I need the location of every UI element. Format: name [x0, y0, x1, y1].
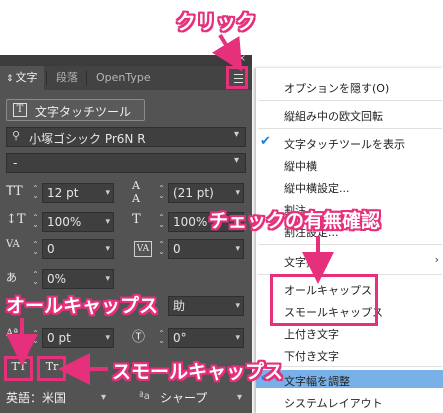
font-style-field[interactable]: - ▾: [6, 153, 246, 173]
all-caps-highlight: [4, 356, 33, 381]
stepper-icon[interactable]: ⌃ ⌄: [157, 330, 166, 345]
stepper-icon[interactable]: ⌃ ⌄: [31, 241, 40, 256]
chevron-down-icon: ▾: [100, 392, 106, 403]
aki-value: 助: [173, 299, 186, 313]
rotation-input[interactable]: 0° ▾: [168, 328, 244, 348]
menu-separator: [258, 100, 442, 101]
annotation-check-presence: チェックの有無確認: [209, 210, 381, 232]
tab-divider: [46, 71, 47, 85]
chevron-down-icon: ▾: [105, 333, 110, 343]
menu-item-hide-options[interactable]: オプションを隠す(O): [284, 80, 389, 96]
tsume-input[interactable]: 0% ▾: [42, 269, 114, 289]
font-family-field[interactable]: ⚲ 小塚ゴシック Pr6N R ▾: [6, 127, 246, 147]
tsume-icon: あ: [6, 271, 17, 284]
kerning-icon: VA: [6, 239, 20, 250]
chevron-down-icon: ▾: [105, 244, 110, 254]
touch-type-tool-button[interactable]: T 文字タッチツール: [6, 99, 145, 121]
chevron-down-icon: ▾: [233, 129, 239, 140]
menu-item-tate-chu-yoko[interactable]: 縦中横: [284, 158, 317, 174]
aki-dropdown[interactable]: 助 ▾: [168, 296, 244, 316]
baseline-shift-input[interactable]: 0 pt ▾: [42, 328, 114, 348]
baseline-shift-icon: Aª: [6, 328, 18, 339]
tracking-input[interactable]: 0 ▾: [168, 239, 244, 259]
menu-item-subscript[interactable]: 下付き文字: [284, 348, 339, 364]
chevron-down-icon: ▾: [235, 188, 240, 198]
chevron-down-icon: ▾: [235, 244, 240, 254]
language-select[interactable]: 英語：米国 ▾: [6, 387, 110, 409]
chevron-down-icon: ▾: [235, 301, 240, 311]
font-size-input[interactable]: 12 pt ▾: [42, 183, 114, 203]
chevron-down-icon: ▾: [236, 392, 242, 403]
collapse-icon[interactable]: «: [227, 54, 232, 63]
tab-opentype[interactable]: OpenType: [90, 66, 157, 90]
baseline-shift-value: 0 pt: [47, 331, 71, 345]
language-value: 英語：米国: [6, 391, 67, 405]
chevron-down-icon: ▾: [105, 217, 110, 227]
vertical-scale-icon: ↕T: [6, 212, 26, 227]
antialias-icon: ªa: [139, 391, 150, 402]
font-size-value: 12 pt: [47, 186, 79, 200]
tab-divider: [86, 71, 87, 85]
leading-input[interactable]: (21 pt) ▾: [168, 183, 244, 203]
chevron-down-icon: ▾: [233, 155, 239, 166]
horizontal-scale-value: 100%: [173, 215, 208, 229]
chevron-down-icon: ▾: [105, 274, 110, 284]
stepper-icon[interactable]: ⌃ ⌄: [157, 185, 166, 200]
menu-item-show-touch-tool[interactable]: 文字タッチツールを表示: [284, 136, 405, 152]
close-icon[interactable]: ×: [238, 53, 246, 64]
chevron-down-icon: ▾: [105, 188, 110, 198]
tab-paragraph[interactable]: 段落: [50, 66, 84, 90]
annotation-small-caps: スモールキャップス: [112, 361, 284, 383]
menu-item-system-layout[interactable]: システムレイアウト: [284, 395, 383, 411]
antialias-value: シャープ: [160, 391, 208, 405]
kerning-input[interactable]: 0 ▾: [42, 239, 114, 259]
antialias-select[interactable]: シャープ ▾: [160, 387, 246, 409]
menu-item-superscript[interactable]: 上付き文字: [284, 326, 339, 342]
stepper-icon[interactable]: ⌃ ⌄: [157, 214, 166, 229]
checkmark-icon: ✔: [260, 134, 271, 149]
tab-sort-icon: ⇕: [6, 74, 14, 84]
rotation-icon: Ⓣ: [132, 330, 146, 345]
search-icon: ⚲: [12, 129, 21, 142]
stepper-icon[interactable]: ⌃ ⌄: [31, 185, 40, 200]
chevron-down-icon: ▾: [235, 333, 240, 343]
font-style-value: -: [13, 156, 18, 170]
tab-character-label: 文字: [15, 71, 38, 84]
font-family-value: 小塚ゴシック Pr6N R: [29, 132, 146, 146]
menu-item-character-align[interactable]: 文字揃え: [284, 254, 328, 270]
tracking-icon: VA: [134, 241, 152, 257]
leading-value: (21 pt): [173, 186, 214, 200]
touch-type-label: 文字タッチツール: [35, 105, 132, 119]
leading-icon: AA: [132, 179, 140, 205]
vertical-scale-input[interactable]: 100% ▾: [42, 212, 114, 232]
menu-item-tate-chu-yoko-rotate[interactable]: 縦組み中の欧文回転: [284, 108, 383, 124]
tab-character[interactable]: ⇕ 文字: [0, 66, 44, 90]
chevron-right-icon: ›: [434, 253, 439, 266]
panel-flyout-menu: オプションを隠す(O) 縦組み中の欧文回転 ✔ 文字タッチツールを表示 縦中横 …: [255, 68, 443, 413]
stepper-icon[interactable]: ⌃ ⌄: [31, 330, 40, 345]
annotation-click: クリック: [176, 10, 256, 34]
stepper-icon[interactable]: ⌃ ⌄: [157, 241, 166, 256]
menu-separator: [258, 366, 442, 367]
tsume-value: 0%: [47, 272, 67, 286]
menu-separator: [258, 244, 442, 245]
panel-tab-bar: ⇕ 文字 段落 OpenType: [0, 66, 252, 90]
tracking-value: 0: [173, 242, 181, 256]
small-caps-highlight: [37, 356, 66, 381]
stepper-icon[interactable]: ⌃ ⌄: [31, 271, 40, 286]
font-size-icon: ꓔT: [6, 184, 23, 199]
vertical-scale-value: 100%: [47, 215, 82, 229]
stepper-icon[interactable]: ⌃ ⌄: [31, 214, 40, 229]
kerning-value: 0: [47, 242, 55, 256]
menu-separator: [258, 128, 442, 129]
annotation-all-caps: オールキャップス: [6, 295, 159, 317]
rotation-value: 0°: [173, 331, 187, 345]
menu-button-highlight: [226, 66, 248, 89]
caps-items-highlight: [270, 274, 378, 326]
menu-item-tate-chu-yoko-settings[interactable]: 縦中横設定...: [284, 180, 350, 196]
menu-item-adjust-char-width[interactable]: 文字幅を調整: [284, 373, 350, 389]
panel-title-bar: « ×: [0, 53, 252, 66]
touch-type-icon: T: [13, 103, 27, 117]
horizontal-scale-icon: T: [132, 212, 141, 227]
